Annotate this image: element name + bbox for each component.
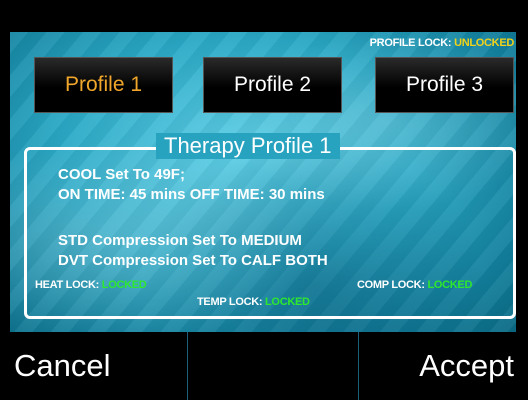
heat-lock-label: HEAT LOCK: xyxy=(35,279,100,291)
profile-3-button[interactable]: Profile 3 xyxy=(375,57,514,113)
temp-lock-state: LOCKED xyxy=(265,296,310,308)
panel-title: Therapy Profile 1 xyxy=(156,133,340,159)
cool-setting-text: COOL Set To 49F; xyxy=(58,166,185,183)
heat-lock-state: LOCKED xyxy=(101,279,147,291)
profile-1-button[interactable]: Profile 1 xyxy=(34,57,173,113)
top-bar xyxy=(0,0,528,32)
accept-button[interactable]: Accept xyxy=(362,332,528,400)
profile-lock-label: PROFILE LOCK: xyxy=(369,37,452,49)
std-compression-text: STD Compression Set To MEDIUM xyxy=(58,232,302,249)
cancel-button[interactable]: Cancel xyxy=(14,332,186,400)
temp-lock-status: TEMP LOCK: LOCKED xyxy=(197,296,310,308)
bottom-divider xyxy=(187,332,188,400)
bottom-divider xyxy=(358,332,359,400)
profile-2-button[interactable]: Profile 2 xyxy=(203,57,342,113)
temp-lock-label: TEMP LOCK: xyxy=(197,296,263,308)
comp-lock-status: COMP LOCK: LOCKED xyxy=(357,279,472,291)
time-setting-text: ON TIME: 45 mins OFF TIME: 30 mins xyxy=(58,186,325,203)
heat-lock-status: HEAT LOCK: LOCKED xyxy=(35,279,147,291)
profile-lock-status: PROFILE LOCK: UNLOCKED xyxy=(369,37,515,49)
comp-lock-label: COMP LOCK: xyxy=(357,279,425,291)
comp-lock-state: LOCKED xyxy=(427,279,473,291)
therapy-profile-screen: PROFILE LOCK: UNLOCKED Profile 1 Profile… xyxy=(0,0,528,400)
profile-lock-state: UNLOCKED xyxy=(454,37,514,49)
dvt-compression-text: DVT Compression Set To CALF BOTH xyxy=(58,252,328,269)
